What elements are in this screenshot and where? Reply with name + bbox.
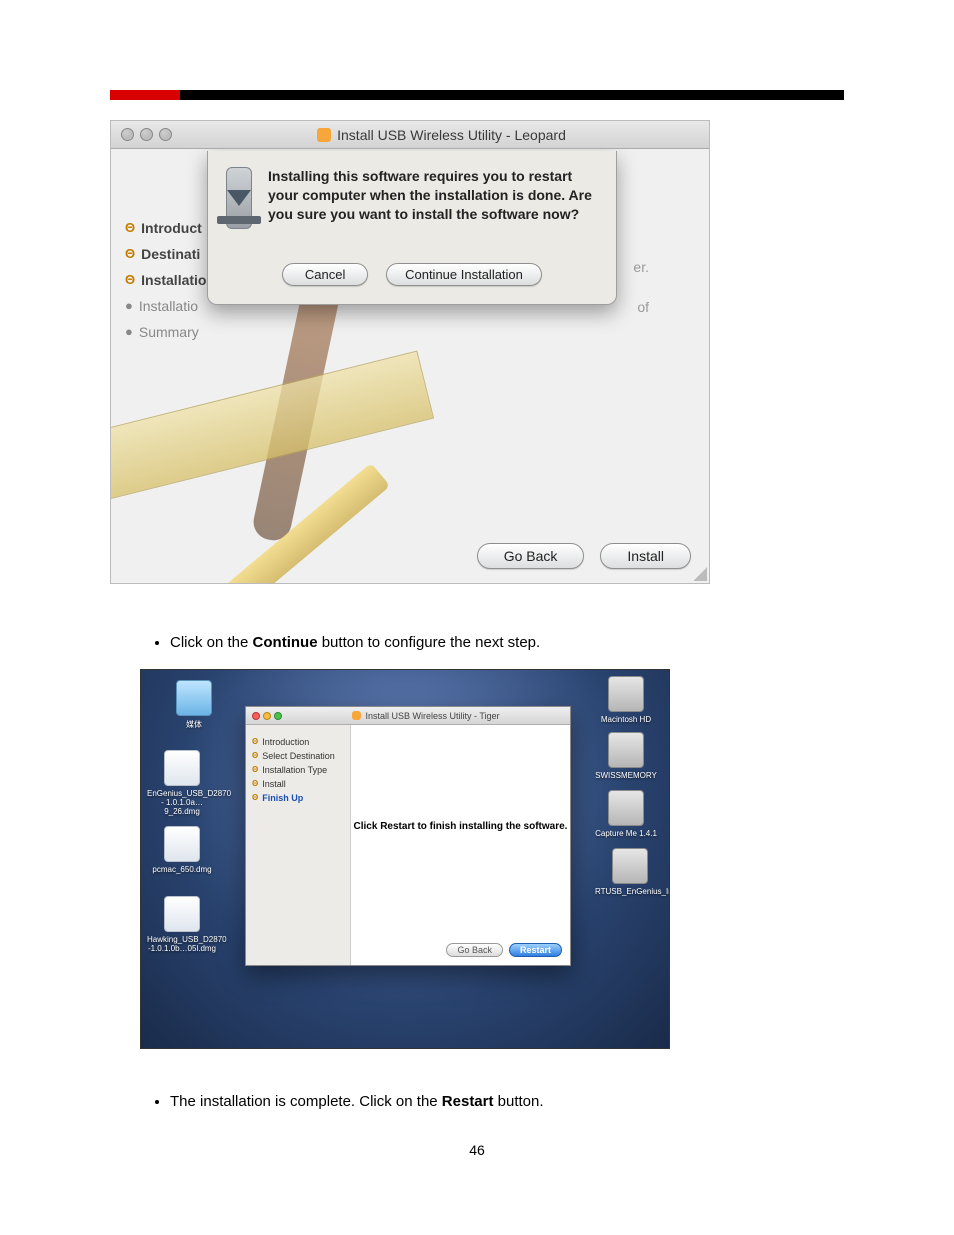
instruction-text: button to configure the next step. bbox=[318, 634, 541, 651]
step-bullet-icon: Θ bbox=[252, 763, 258, 777]
step-bullet-icon: ● bbox=[125, 319, 133, 345]
hard-drive-arrow-icon bbox=[226, 167, 252, 229]
confirm-restart-sheet: Installing this software requires you to… bbox=[207, 151, 617, 305]
step-label: Select Destination bbox=[262, 749, 335, 763]
window-title: Install USB Wireless Utility - Tiger bbox=[365, 711, 499, 721]
install-button[interactable]: Install bbox=[600, 543, 691, 569]
obscured-text: of bbox=[637, 299, 649, 315]
step-label: Installation Type bbox=[262, 763, 327, 777]
desktop-icon-label: pcmac_650.dmg bbox=[147, 865, 217, 874]
sheet-message: Installing this software requires you to… bbox=[268, 167, 598, 229]
step-label: Destinati bbox=[141, 241, 200, 267]
instruction-text: Click on the bbox=[170, 634, 253, 651]
installer-steps: ΘIntroduct ΘDestinati ΘInstallatio ●Inst… bbox=[125, 215, 206, 345]
screenshot-tiger-desktop: 媒体 EnGenius_USB_D2870 - 1.0.1.0a…9_26.dm… bbox=[140, 669, 670, 1049]
window-title: Install USB Wireless Utility - Leopard bbox=[337, 127, 566, 143]
step-label: Install bbox=[262, 777, 286, 791]
desktop-hd-icon[interactable]: Macintosh HD bbox=[591, 676, 661, 724]
desktop-hd-icon[interactable]: Capture Me 1.4.1 bbox=[591, 790, 661, 838]
traffic-lights[interactable] bbox=[252, 712, 282, 720]
instruction-bullet: The installation is complete. Click on t… bbox=[170, 1093, 844, 1110]
instruction-text: The installation is complete. Click on t… bbox=[170, 1093, 442, 1110]
step-bullet-icon: Θ bbox=[125, 267, 135, 293]
desktop-icon-label: Hawking_USB_D2870 -1.0.1.0b…05l.dmg bbox=[147, 935, 217, 953]
desktop-hd-icon[interactable]: RTUSB_EnGenius_Installer bbox=[595, 848, 665, 896]
traffic-lights[interactable] bbox=[121, 128, 172, 141]
finish-message: Click Restart to finish installing the s… bbox=[351, 821, 570, 832]
step-label: Summary bbox=[139, 319, 199, 345]
step-bullet-icon: Θ bbox=[252, 777, 258, 791]
header-rule bbox=[110, 90, 844, 100]
go-back-button[interactable]: Go Back bbox=[446, 943, 503, 957]
restart-button[interactable]: Restart bbox=[509, 943, 562, 957]
brush-decoration bbox=[277, 791, 328, 961]
desktop-icon-label: Capture Me 1.4.1 bbox=[591, 829, 661, 838]
desktop-dmg-icon[interactable]: Hawking_USB_D2870 -1.0.1.0b…05l.dmg bbox=[147, 896, 217, 953]
desktop-icon-label: 媒体 bbox=[159, 719, 229, 730]
step-label: Installatio bbox=[139, 293, 198, 319]
step-label: Introduction bbox=[262, 735, 309, 749]
step-label: Introduct bbox=[141, 215, 202, 241]
desktop-icon-label: Macintosh HD bbox=[591, 715, 661, 724]
desktop-icon-label: EnGenius_USB_D2870 - 1.0.1.0a…9_26.dmg bbox=[147, 789, 217, 816]
installer-app-icon bbox=[352, 711, 361, 720]
close-icon[interactable] bbox=[252, 712, 260, 720]
instruction-bold: Continue bbox=[253, 634, 318, 651]
desktop-folder-icon[interactable]: 媒体 bbox=[159, 680, 229, 730]
minimize-icon[interactable] bbox=[140, 128, 153, 141]
desktop-icon-label: SWISSMEMORY bbox=[591, 771, 661, 780]
desktop-dmg-icon[interactable]: pcmac_650.dmg bbox=[147, 826, 217, 874]
resize-grip-icon[interactable] bbox=[693, 567, 707, 581]
page-number: 46 bbox=[110, 1142, 844, 1158]
close-icon[interactable] bbox=[121, 128, 134, 141]
continue-installation-button[interactable]: Continue Installation bbox=[386, 263, 542, 286]
obscured-text: er. bbox=[633, 259, 649, 275]
step-bullet-icon: Θ bbox=[252, 735, 258, 749]
step-bullet-icon: Θ bbox=[252, 749, 258, 763]
step-bullet-icon: Θ bbox=[252, 791, 258, 805]
window-titlebar: Install USB Wireless Utility - Leopard bbox=[111, 121, 709, 149]
window-titlebar: Install USB Wireless Utility - Tiger bbox=[246, 707, 570, 725]
step-bullet-icon: Θ bbox=[125, 215, 135, 241]
instruction-bold: Restart bbox=[442, 1093, 494, 1110]
desktop-icon-label: RTUSB_EnGenius_Installer bbox=[595, 887, 665, 896]
step-bullet-icon: Θ bbox=[125, 241, 135, 267]
zoom-icon[interactable] bbox=[274, 712, 282, 720]
step-bullet-icon: ● bbox=[125, 293, 133, 319]
desktop-hd-icon[interactable]: SWISSMEMORY bbox=[591, 732, 661, 780]
step-label: Installatio bbox=[141, 267, 206, 293]
screenshot-leopard-installer: Install USB Wireless Utility - Leopard e… bbox=[110, 120, 710, 584]
minimize-icon[interactable] bbox=[263, 712, 271, 720]
installer-app-icon bbox=[317, 128, 331, 142]
step-label: Finish Up bbox=[262, 791, 303, 805]
cancel-button[interactable]: Cancel bbox=[282, 263, 368, 286]
installer-steps: Θ Introduction Θ Select Destination Θ Insta… bbox=[246, 725, 350, 965]
desktop-dmg-icon[interactable]: EnGenius_USB_D2870 - 1.0.1.0a…9_26.dmg bbox=[147, 750, 217, 816]
instruction-bullet: Click on the Continue button to configur… bbox=[170, 634, 844, 651]
go-back-button[interactable]: Go Back bbox=[477, 543, 585, 569]
zoom-icon[interactable] bbox=[159, 128, 172, 141]
installer-window: Install USB Wireless Utility - Tiger Θ In… bbox=[245, 706, 571, 966]
instruction-text: button. bbox=[493, 1093, 543, 1110]
